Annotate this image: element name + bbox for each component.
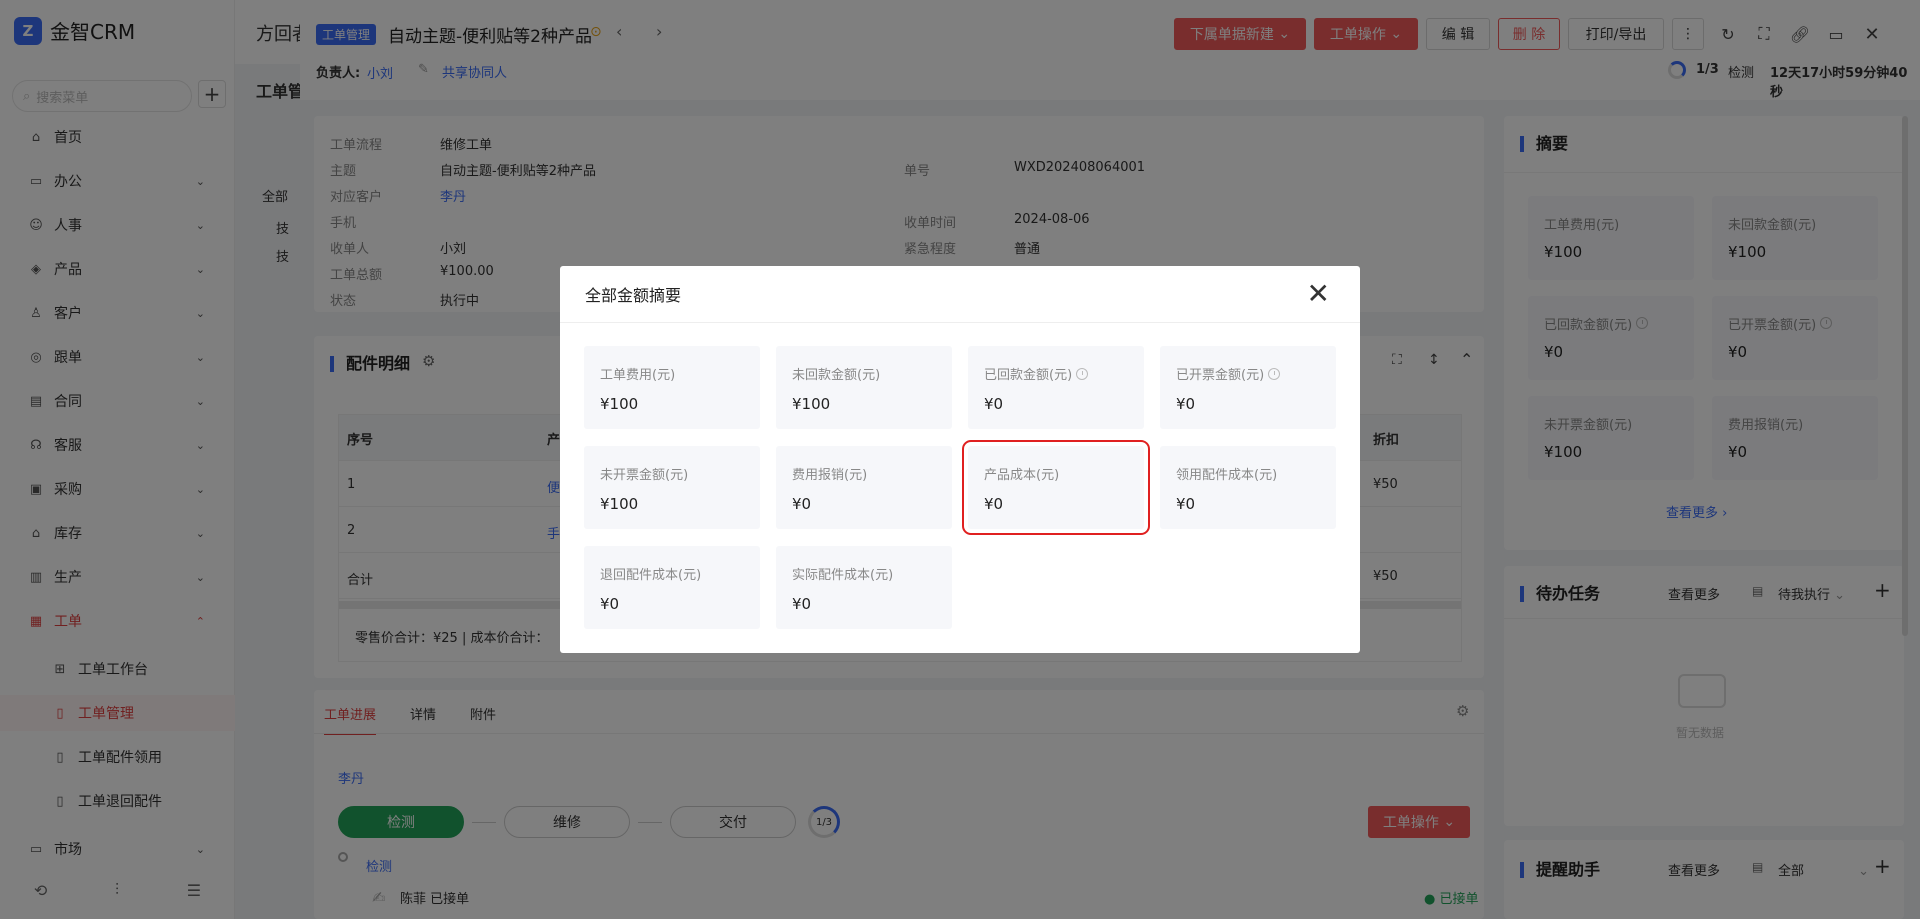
card-value: ¥0 bbox=[1176, 495, 1196, 513]
modal-header: 全部金额摘要 bbox=[560, 266, 1360, 323]
modal-title: 全部金额摘要 bbox=[585, 286, 682, 305]
amount-card-ticket-fee: 工单费用(元) ¥100 bbox=[584, 346, 760, 429]
card-label: 已开票金额(元) bbox=[1176, 364, 1320, 383]
amount-card-unpaid: 未回款金额(元) ¥100 bbox=[776, 346, 952, 429]
card-value: ¥100 bbox=[600, 395, 639, 413]
card-label: 费用报销(元) bbox=[792, 468, 868, 483]
card-label: 领用配件成本(元) bbox=[1176, 468, 1278, 483]
card-label: 退回配件成本(元) bbox=[600, 568, 702, 583]
amount-card-expense: 费用报销(元) ¥0 bbox=[776, 446, 952, 529]
card-label: 工单费用(元) bbox=[600, 368, 676, 383]
amount-card-actual-parts-cost: 实际配件成本(元) ¥0 bbox=[776, 546, 952, 629]
clock-icon bbox=[1268, 367, 1281, 380]
clock-icon bbox=[1076, 367, 1089, 380]
amount-card-uninvoiced: 未开票金额(元) ¥100 bbox=[584, 446, 760, 529]
card-label: 实际配件成本(元) bbox=[792, 568, 894, 583]
card-value: ¥0 bbox=[792, 595, 812, 613]
amount-card-invoiced: 已开票金额(元) ¥0 bbox=[1160, 346, 1336, 429]
amount-card-parts-used-cost: 领用配件成本(元) ¥0 bbox=[1160, 446, 1336, 529]
amount-card-parts-returned-cost: 退回配件成本(元) ¥0 bbox=[584, 546, 760, 629]
amount-card-paid: 已回款金额(元) ¥0 bbox=[968, 346, 1144, 429]
card-label-text: 已开票金额(元) bbox=[1176, 368, 1265, 383]
close-icon[interactable]: ✕ bbox=[1307, 280, 1330, 308]
card-value: ¥0 bbox=[600, 595, 620, 613]
card-value: ¥100 bbox=[792, 395, 831, 413]
amount-summary-modal: 全部金额摘要 ✕ 工单费用(元) ¥100 未回款金额(元) ¥100 已回款金额(… bbox=[560, 266, 1360, 653]
card-label: 产品成本(元) bbox=[984, 468, 1060, 483]
card-value: ¥0 bbox=[984, 495, 1004, 513]
card-label: 已回款金额(元) bbox=[984, 364, 1128, 383]
card-value: ¥0 bbox=[984, 395, 1004, 413]
card-label: 未开票金额(元) bbox=[600, 468, 689, 483]
amount-card-product-cost: 产品成本(元) ¥0 bbox=[962, 440, 1150, 535]
card-label: 未回款金额(元) bbox=[792, 368, 881, 383]
card-value: ¥100 bbox=[600, 495, 639, 513]
card-value: ¥0 bbox=[1176, 395, 1196, 413]
card-value: ¥0 bbox=[792, 495, 812, 513]
card-label-text: 已回款金额(元) bbox=[984, 368, 1073, 383]
